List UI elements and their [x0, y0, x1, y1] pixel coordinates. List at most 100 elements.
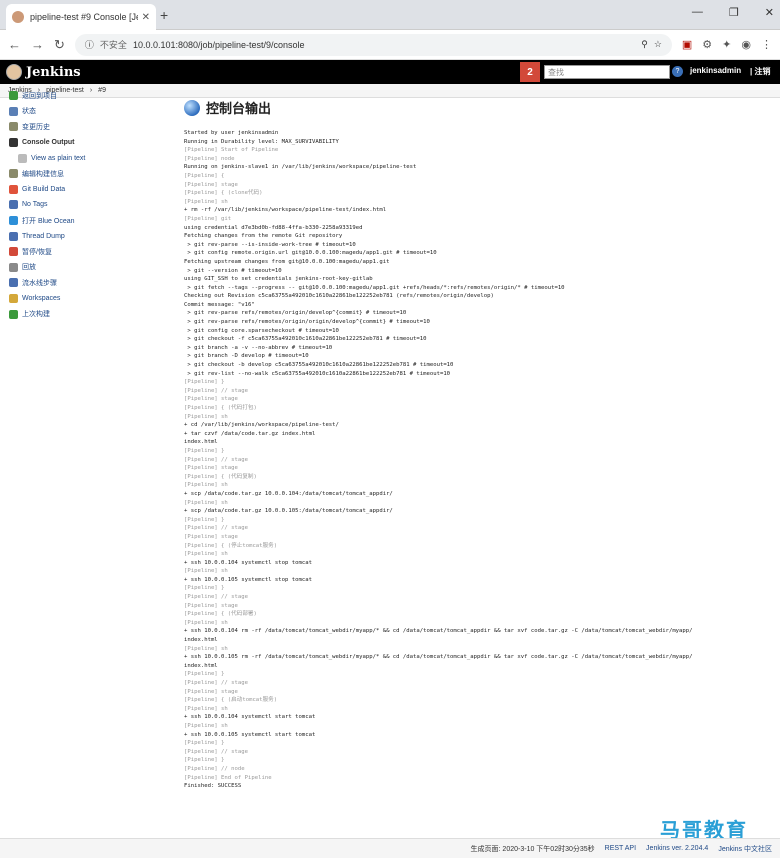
extension-icon[interactable]: ⚙: [702, 38, 712, 51]
sidebar-item[interactable]: Console Output: [0, 135, 160, 151]
pdf-extension-icon[interactable]: ▣: [682, 38, 692, 51]
sidebar-item-label: 编辑构建信息: [22, 170, 64, 178]
console-line: Checking out Revision c5ca63755a492010c1…: [184, 293, 494, 300]
sidebar-item[interactable]: No Tags: [0, 197, 160, 213]
console-line: + scp /data/code.tar.gz 10.0.0.104:/data…: [184, 490, 393, 497]
console-ball-icon: [184, 99, 200, 116]
console-line: > git checkout -b develop c5ca63755a4920…: [184, 362, 454, 369]
console-line: [Pipeline] // stage: [184, 387, 248, 394]
console-line: [Pipeline] sh: [184, 551, 228, 558]
console-line: [Pipeline] { (代码打包): [184, 405, 257, 411]
sidebar-item[interactable]: Git Build Data: [0, 182, 160, 198]
sidebar-item[interactable]: 编辑构建信息: [0, 166, 160, 182]
console-line: + scp /data/code.tar.gz 10.0.0.105:/data…: [184, 508, 393, 515]
community-link[interactable]: Jenkins 中文社区: [718, 844, 772, 854]
sidebar-item[interactable]: 状态: [0, 104, 160, 120]
sidebar-item[interactable]: 回放: [0, 260, 160, 276]
address-bar[interactable]: ⓘ 不安全 10.0.0.101:8080/job/pipeline-test/…: [74, 33, 672, 56]
console-line: using GIT_SSH to set credentials jenkins…: [184, 276, 373, 283]
puzzle-icon[interactable]: ✦: [722, 38, 731, 51]
browser-toolbar: ← → ↻ ⓘ 不安全 10.0.0.101:8080/job/pipeline…: [0, 30, 780, 60]
console-line: index.html: [184, 662, 218, 669]
sidebar-item[interactable]: 打开 Blue Ocean: [0, 213, 160, 229]
sidebar-item[interactable]: 返回到项目: [0, 88, 160, 104]
sidebar-item[interactable]: 暂停/恢复: [0, 244, 160, 260]
back-icon[interactable]: ←: [8, 37, 21, 52]
close-window-icon[interactable]: ✕: [765, 6, 774, 19]
console-line: [Pipeline] // stage: [184, 594, 248, 601]
console-line: + ssh 10.0.0.104 systemctl stop tomcat: [184, 559, 312, 566]
help-icon[interactable]: ?: [672, 66, 683, 77]
steps-icon: [9, 278, 18, 288]
console-line: + ssh 10.0.0.104 systemctl start tomcat: [184, 714, 316, 721]
minimize-icon[interactable]: —: [692, 6, 703, 19]
sidebar-item[interactable]: 流水线步骤: [0, 275, 160, 291]
console-line: + rm -rf /var/lib/jenkins/workspace/pipe…: [184, 207, 387, 214]
version-link[interactable]: Jenkins ver. 2.204.4: [646, 845, 708, 852]
logout-link[interactable]: | 注销: [750, 66, 770, 77]
terminal-icon: [9, 138, 18, 148]
sidebar-item[interactable]: Thread Dump: [0, 228, 160, 244]
new-tab-icon[interactable]: +: [160, 7, 168, 23]
folder-icon: [9, 294, 18, 304]
search-icon: [9, 106, 18, 116]
search-input[interactable]: 查找: [544, 65, 670, 79]
maximize-icon[interactable]: ❐: [729, 6, 739, 19]
sidebar-item-label: 暂停/恢复: [22, 248, 52, 256]
url-text: 10.0.0.101:8080/job/pipeline-test/9/cons…: [132, 39, 305, 50]
console-line: [Pipeline] stage: [184, 396, 238, 403]
console-line: index.html: [184, 439, 218, 446]
page-title: 控制台输出: [184, 98, 774, 117]
console-line: + ssh 10.0.0.105 systemctl start tomcat: [184, 731, 316, 738]
bookmark-star-icon[interactable]: ☆: [654, 39, 662, 50]
tag-icon: [9, 200, 18, 210]
sidebar: 返回到项目状态 变更历史 Console Output View as plain t…: [0, 88, 160, 322]
close-tab-icon[interactable]: ✕: [142, 12, 150, 23]
jenkins-logo[interactable]: Jenkins: [6, 64, 81, 80]
sidebar-item[interactable]: 上次构建: [0, 306, 160, 322]
console-line: > git checkout -f c5ca63755a492010c1610a…: [184, 336, 427, 343]
profile-icon[interactable]: ◉: [741, 38, 751, 51]
jenkins-header: Jenkins 2 查找 ? jenkinsadmin | 注销: [0, 60, 780, 84]
console-line: Finished: SUCCESS: [184, 783, 242, 790]
reload-icon[interactable]: ↻: [54, 37, 65, 53]
sidebar-item-label: Console Output: [22, 139, 75, 147]
console-line: [Pipeline] stage: [184, 602, 238, 609]
console-line: [Pipeline] // stage: [184, 748, 248, 755]
git-icon: [9, 184, 18, 194]
notepad-icon: [9, 169, 18, 179]
rest-api-link[interactable]: REST API: [605, 845, 636, 852]
forward-icon[interactable]: →: [31, 37, 44, 52]
sidebar-item-label: View as plain text: [31, 154, 86, 162]
console-line: [Pipeline] sh: [184, 645, 228, 652]
console-line: > git config core.sparsecheckout # timeo…: [184, 327, 339, 334]
pause-icon: [9, 247, 18, 257]
console-line: [Pipeline] sh: [184, 568, 228, 575]
user-link[interactable]: jenkinsadmin: [690, 66, 741, 75]
console-line: > git rev-list --no-walk c5ca63755a49201…: [184, 370, 451, 377]
up-arrow-icon: [9, 91, 18, 101]
console-line: [Pipeline] sh: [184, 482, 228, 489]
previous-build-icon: [9, 309, 18, 319]
console-line: [Pipeline] // node: [184, 765, 245, 772]
sidebar-item-label: 回放: [22, 264, 36, 272]
browser-tab[interactable]: pipeline-test #9 Console [Jenk ✕: [6, 4, 156, 30]
info-icon[interactable]: ⓘ: [85, 38, 94, 51]
zoom-icon[interactable]: ⚲: [641, 39, 648, 50]
console-line: [Pipeline] { (停止tomcat服务): [184, 542, 278, 549]
generated-time: 生成页面: 2020-3-10 下午02时30分35秒: [470, 845, 595, 853]
console-line: [Pipeline] sh: [184, 705, 228, 712]
console-line: [Pipeline] }: [184, 740, 225, 747]
sidebar-item[interactable]: Workspaces: [0, 291, 160, 307]
notification-badge[interactable]: 2: [520, 62, 540, 82]
sidebar-item-label: 返回到项目: [22, 92, 57, 100]
sidebar-item[interactable]: 变更历史: [0, 119, 160, 135]
console-line: [Pipeline] End of Pipeline: [184, 774, 272, 781]
menu-icon[interactable]: ⋮: [761, 38, 772, 51]
extensions: ▣ ⚙ ✦ ◉ ⋮: [682, 38, 772, 51]
security-label: 不安全: [99, 40, 127, 50]
console-line: + ssh 10.0.0.105 systemctl stop tomcat: [184, 576, 312, 583]
window-controls: — ❐ ✕: [692, 6, 774, 19]
console-line: Fetching changes from the remote Git rep…: [184, 233, 343, 240]
sidebar-item[interactable]: View as plain text: [0, 150, 160, 166]
